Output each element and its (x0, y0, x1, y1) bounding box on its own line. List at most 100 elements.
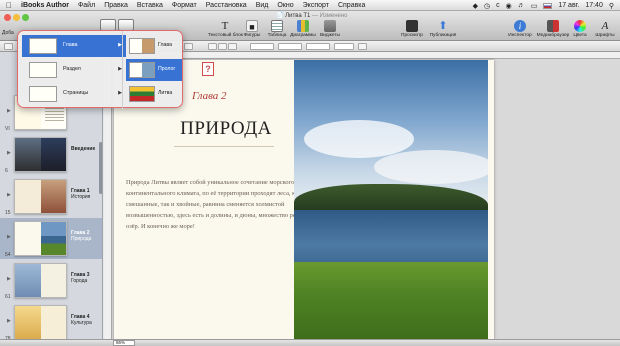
fonts-button[interactable]: A Шрифты (588, 20, 620, 38)
submenu-item-label: Глава (158, 42, 173, 48)
submenu-item-lithuania[interactable]: Литва (126, 83, 182, 105)
time-machine-icon[interactable]: ◷ (484, 2, 490, 10)
menu-view[interactable]: Вид (256, 2, 269, 9)
wifi-icon[interactable]: ◉ (506, 2, 512, 10)
spacing-control[interactable] (278, 43, 302, 50)
menu-window[interactable]: Окно (277, 2, 293, 9)
table-tool-label: Таблица (267, 33, 287, 38)
submenu-item-chapter[interactable]: Глава (126, 35, 182, 57)
battery-icon[interactable]: ▭ (531, 2, 538, 10)
color-wheel-icon (574, 20, 586, 32)
publish-label: Публикация (429, 33, 457, 38)
media-browser-icon (547, 20, 559, 32)
inspector-label: Инспектор (508, 33, 532, 38)
landscape-photo[interactable] (294, 60, 488, 339)
page-thumbnail[interactable] (14, 179, 67, 214)
menu-edit[interactable]: Правка (104, 2, 128, 9)
close-window-button[interactable] (4, 14, 11, 21)
input-language-flag-icon[interactable] (543, 2, 553, 9)
apple-menu-icon[interactable]:  (6, 1, 12, 10)
preview-label: Просмотр (401, 33, 423, 38)
colors-label: Цвета (573, 33, 587, 38)
menu-arrange[interactable]: Расстановка (206, 2, 247, 9)
lithuania-layout-thumbnail (129, 86, 155, 102)
popup-item-chapter[interactable]: Глава ▶ (22, 35, 126, 57)
bold-button[interactable] (208, 43, 217, 50)
table-icon (271, 20, 283, 32)
inspector-button[interactable]: i Инспектор (503, 20, 537, 38)
textbox-icon: T (221, 20, 229, 32)
app-menu[interactable]: iBooks Author (21, 2, 69, 9)
disclosure-triangle-icon[interactable]: ▶ (7, 276, 11, 282)
shapes-icon: ■ (246, 20, 258, 32)
chapter-label[interactable]: Глава 2 (192, 90, 227, 102)
alignment-control[interactable] (250, 43, 274, 50)
sidebar-toggle-button[interactable] (4, 43, 13, 50)
submenu-item-label: Литва (158, 90, 173, 96)
submenu-item-prologue[interactable]: Пролог (126, 59, 182, 81)
text-color-button[interactable] (184, 43, 193, 50)
dropbox-icon[interactable]: ◆ (473, 2, 478, 10)
thumbnail-row[interactable]: ▶ Глава 3 Города 61 (0, 260, 102, 301)
page-thumbnail[interactable] (14, 221, 67, 256)
thumbnail-label: Введение (71, 146, 95, 152)
preview-button[interactable]: Просмотр (395, 20, 429, 38)
underline-button[interactable] (228, 43, 237, 50)
menu-insert[interactable]: Вставка (137, 2, 163, 9)
disclosure-triangle-icon[interactable]: ▶ (7, 150, 11, 156)
publish-button[interactable]: ⬆ Публикация (426, 20, 460, 38)
thumbnail-row[interactable]: ▶ Введение 6 (0, 134, 102, 175)
thumbnail-row[interactable]: ▶ Глава 1 История 15 (0, 176, 102, 217)
widgets-tool-label: Виджеты (319, 33, 341, 38)
disclosure-triangle-icon[interactable]: ▶ (7, 318, 11, 324)
zoom-selector[interactable]: 86% (113, 340, 135, 346)
disclosure-triangle-icon[interactable]: ▶ (7, 108, 11, 114)
page-thumbnail[interactable] (14, 305, 67, 340)
page-thumbnail[interactable] (14, 263, 67, 298)
popup-item-section[interactable]: Раздел ▶ (22, 59, 126, 81)
page-thumbnail[interactable] (14, 137, 67, 172)
disclosure-triangle-icon[interactable]: ▶ (7, 234, 11, 240)
chapter-title[interactable]: ПРИРОДА (162, 118, 290, 140)
disclosure-triangle-icon[interactable]: ▶ (7, 192, 11, 198)
thumbnail-label: Глава 4 Культура (71, 314, 92, 326)
spotlight-icon[interactable]: ⚲ (609, 2, 614, 10)
popup-item-label: Глава (63, 42, 78, 48)
document-icon: 📄 (276, 13, 284, 19)
question-callout: ? (202, 62, 214, 76)
fonts-icon: A (601, 20, 609, 32)
page-number: VI (5, 126, 10, 132)
zoom-window-button[interactable] (22, 14, 29, 21)
title-divider (174, 146, 274, 147)
menu-help[interactable]: Справка (338, 2, 365, 9)
menubar-time[interactable]: 17:40 (585, 2, 603, 9)
menubar-date: 17 авг. (558, 2, 580, 9)
thumbnail-subtitle: Культура (71, 320, 92, 326)
columns-control[interactable] (334, 43, 354, 50)
window-title: 📄 Литва Т1 — Изменено (276, 12, 348, 19)
thumbnail-row-selected[interactable]: ▶ Глава 2 Природа 54 (0, 218, 102, 259)
format-options-button[interactable] (358, 43, 367, 50)
widgets-tool[interactable]: Виджеты (313, 20, 347, 38)
thumbnail-subtitle: Природа (71, 236, 92, 242)
popup-item-pages[interactable]: Страницы ▶ (22, 83, 126, 105)
minimize-window-button[interactable] (13, 14, 20, 21)
thumbnail-row[interactable]: ▶ Глава 4 Культура 78 (0, 302, 102, 340)
thumbnail-subtitle: История (71, 194, 91, 200)
sidebar-scrollbar[interactable] (99, 142, 102, 194)
bottom-bar: 86% (0, 339, 620, 346)
list-style-control[interactable] (306, 43, 330, 50)
chapter-body-text[interactable]: Природа Литвы являет собой уникальное со… (126, 177, 306, 232)
italic-button[interactable] (218, 43, 227, 50)
add-page-button[interactable]: Доба (2, 30, 14, 36)
volume-icon[interactable]: ♬ (518, 2, 525, 9)
bluetooth-icon[interactable]: ϲ (496, 2, 500, 9)
page-number: 61 (5, 294, 11, 300)
popup-divider (122, 31, 123, 109)
menu-file[interactable]: Файл (78, 2, 95, 9)
page-number: 6 (5, 168, 8, 174)
menu-format[interactable]: Формат (172, 2, 197, 9)
document-name: Литва Т1 (285, 13, 311, 19)
thumbnail-label: Глава 2 Природа (71, 230, 91, 242)
menu-export[interactable]: Экспорт (303, 2, 329, 9)
